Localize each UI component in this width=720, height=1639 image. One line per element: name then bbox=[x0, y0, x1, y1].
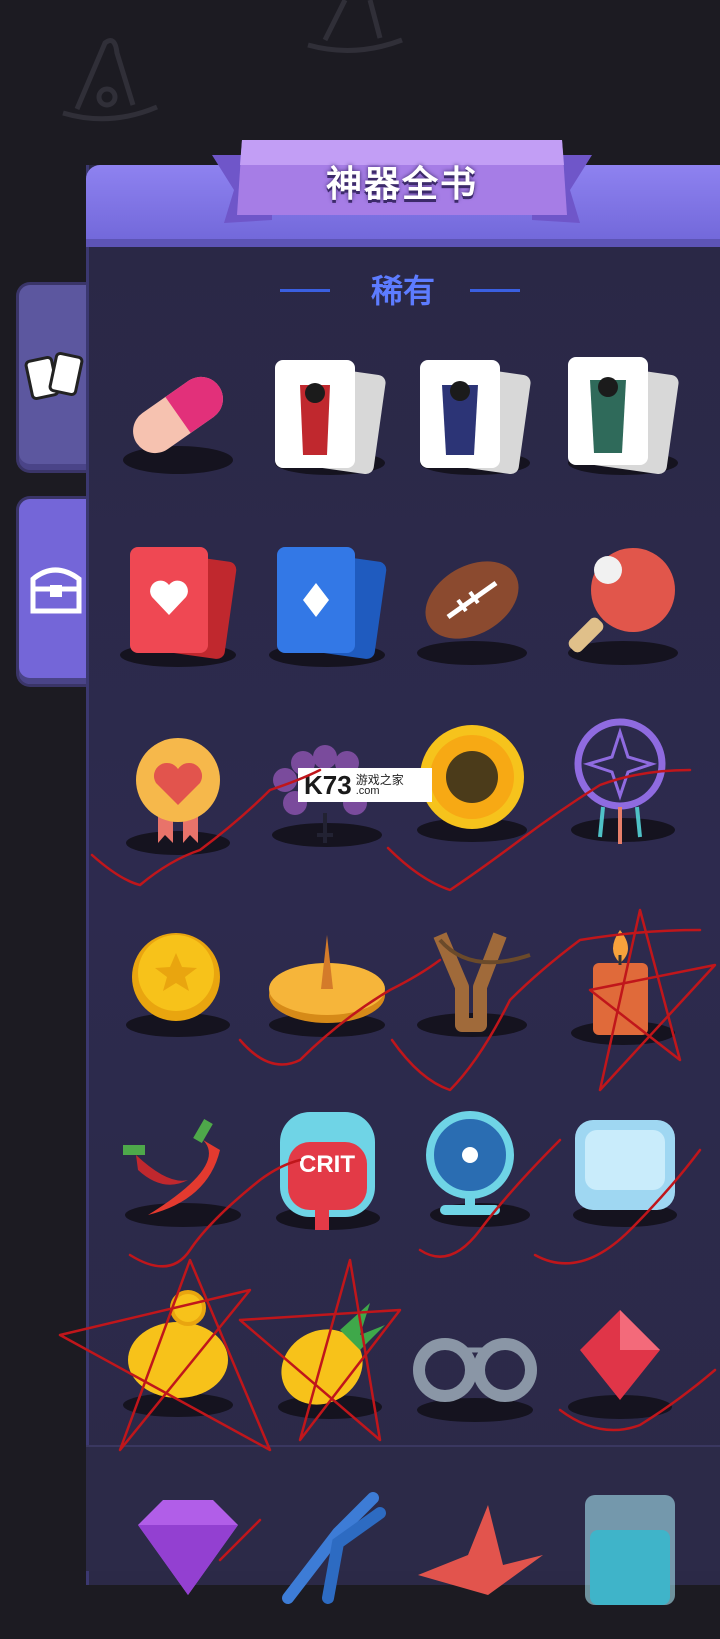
red-gem-icon bbox=[568, 1310, 672, 1419]
purple-diamond-icon bbox=[138, 1500, 238, 1595]
wizard-hat-icon bbox=[307, 0, 403, 53]
crit-label: CRIT bbox=[299, 1151, 355, 1178]
item-chili-peppers[interactable] bbox=[108, 1105, 248, 1245]
item-paper-crane[interactable] bbox=[408, 1495, 548, 1635]
watermark-logo: K73 游戏之家 .com bbox=[298, 768, 432, 802]
item-red-gem[interactable] bbox=[548, 1295, 688, 1435]
cards-icon bbox=[24, 351, 84, 401]
watermark-url: .com bbox=[355, 784, 380, 797]
item-queen-card[interactable] bbox=[400, 345, 540, 485]
item-jack-card[interactable] bbox=[255, 345, 395, 485]
star-coin-icon bbox=[126, 933, 230, 1037]
page-title: 神器全书 bbox=[325, 164, 478, 205]
item-football[interactable] bbox=[400, 535, 540, 675]
slingshot-icon bbox=[417, 932, 531, 1037]
sundial-icon bbox=[269, 935, 385, 1037]
item-electric-fan[interactable] bbox=[410, 1105, 550, 1245]
paper-crane-icon bbox=[418, 1505, 543, 1595]
heart-medal-icon bbox=[126, 738, 230, 855]
item-handcuffs[interactable] bbox=[405, 1300, 545, 1440]
electric-fan-icon bbox=[426, 1111, 530, 1227]
item-heart-medal[interactable] bbox=[108, 725, 248, 865]
item-ice-cube[interactable] bbox=[560, 1105, 700, 1245]
ice-cube-icon bbox=[573, 1120, 677, 1227]
pliers-icon bbox=[282, 1492, 386, 1604]
title-ribbon: 神器全书 bbox=[212, 135, 592, 235]
chest-tab[interactable] bbox=[16, 496, 91, 687]
item-star-coin[interactable] bbox=[108, 915, 248, 1055]
treasure-chest-icon bbox=[30, 567, 82, 614]
candle-icon bbox=[571, 930, 675, 1045]
handcuffs-icon bbox=[413, 1338, 537, 1422]
item-king-card[interactable] bbox=[548, 345, 688, 485]
watermark-brand: K73 bbox=[304, 769, 352, 800]
jack-card-icon bbox=[275, 360, 386, 475]
item-pill[interactable] bbox=[108, 345, 248, 485]
heart-card-icon bbox=[120, 547, 237, 667]
item-sundial[interactable] bbox=[255, 915, 395, 1055]
queen-card-icon bbox=[420, 360, 531, 475]
piggy-bank-icon bbox=[123, 1290, 233, 1417]
ping-pong-paddle-icon bbox=[568, 548, 678, 665]
item-candle[interactable] bbox=[548, 915, 688, 1055]
crit-blood-bag-icon: CRIT bbox=[276, 1112, 380, 1230]
item-pliers[interactable] bbox=[268, 1488, 408, 1628]
item-heart-card[interactable] bbox=[108, 535, 248, 675]
diamond-card-icon bbox=[269, 547, 387, 667]
chili-peppers-icon bbox=[123, 1118, 241, 1227]
item-dreamcatcher[interactable] bbox=[548, 712, 688, 852]
watermark-cn: 游戏之家 bbox=[355, 772, 404, 787]
item-slingshot[interactable] bbox=[400, 915, 540, 1055]
cards-tab[interactable] bbox=[16, 282, 91, 473]
item-diamond-card[interactable] bbox=[255, 535, 395, 675]
wizard-hat-icon bbox=[62, 38, 158, 122]
dreamcatcher-icon bbox=[571, 718, 675, 844]
item-ping-pong[interactable] bbox=[548, 535, 688, 675]
item-crit-bag[interactable]: CRIT bbox=[260, 1100, 400, 1240]
item-pineapple[interactable] bbox=[260, 1295, 400, 1435]
king-card-icon bbox=[568, 357, 679, 475]
item-purple-diamond[interactable] bbox=[118, 1485, 258, 1625]
item-piggy-bank[interactable] bbox=[108, 1290, 248, 1430]
item-glass-of-water[interactable] bbox=[565, 1490, 705, 1630]
football-icon bbox=[417, 561, 527, 665]
glass-of-water-icon bbox=[585, 1495, 675, 1605]
pill-capsule-icon bbox=[123, 376, 233, 474]
pineapple-icon bbox=[278, 1303, 385, 1419]
rarity-label: 稀有 bbox=[370, 272, 435, 310]
